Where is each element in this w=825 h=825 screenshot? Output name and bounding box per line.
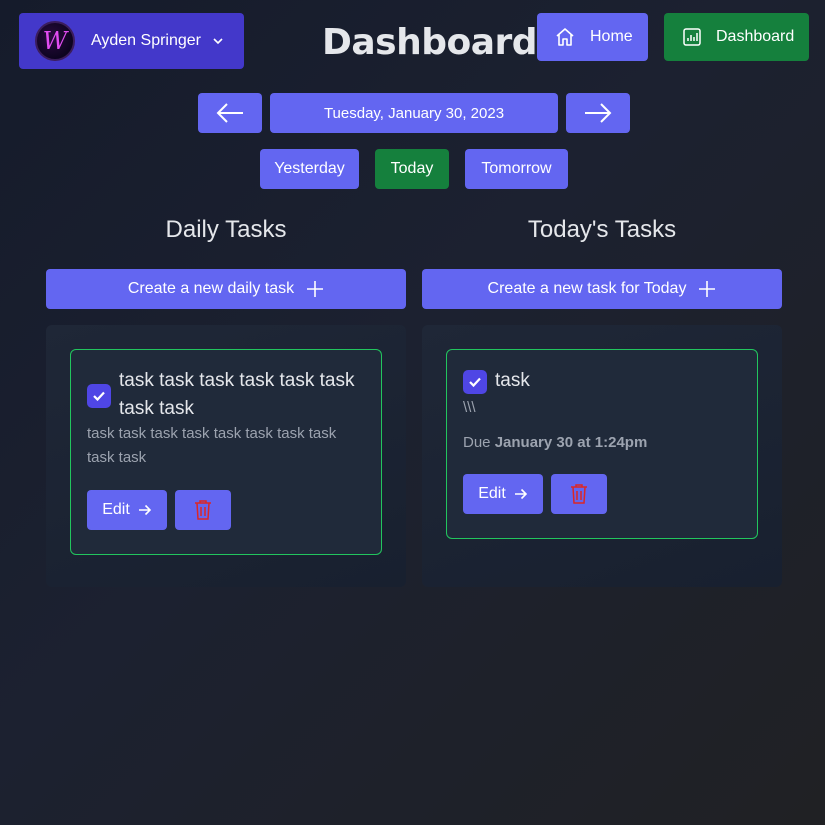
task-checkbox[interactable] [463,370,487,394]
tomorrow-button[interactable]: Tomorrow [465,149,568,189]
previous-day-button[interactable] [198,93,262,133]
dashboard-button[interactable]: Dashboard [664,13,809,61]
todays-tasks-title: Today's Tasks [527,216,677,243]
create-daily-task-button[interactable]: Create a new daily task [46,269,406,309]
task-description: \\\ [463,399,476,416]
arrow-right-icon [514,488,527,500]
today-task-card: task \\\ Due January 30 at 1:24pm Edit [446,349,758,539]
plus-icon [307,281,324,297]
chevron-down-icon [213,38,223,45]
home-icon [556,28,574,46]
delete-task-button[interactable] [551,474,607,514]
delete-task-button[interactable] [175,490,231,530]
page-title: Dashboard [322,22,538,63]
edit-label: Edit [478,485,506,502]
arrow-right-icon [138,504,151,516]
home-button[interactable]: Home [537,13,648,61]
dashboard-label: Dashboard [716,28,795,45]
arrow-right-icon [585,103,612,123]
today-button[interactable]: Today [375,149,449,189]
plus-icon [699,281,716,297]
trash-icon [571,484,587,504]
daily-task-card: task task task task task task task task … [70,349,382,555]
chart-icon [683,28,701,46]
edit-label: Edit [102,501,130,518]
create-today-task-label: Create a new task for Today [487,280,687,297]
next-day-button[interactable] [566,93,630,133]
user-menu-button[interactable]: W Ayden Springer [19,13,244,69]
home-label: Home [590,28,633,45]
task-description: task task task task task task task task … [87,425,337,466]
task-title: task task task task task task task task [119,370,355,419]
create-today-task-button[interactable]: Create a new task for Today [422,269,782,309]
daily-tasks-title: Daily Tasks [165,216,287,243]
avatar: W [35,21,75,61]
edit-task-button[interactable]: Edit [463,474,543,514]
user-name: Ayden Springer [91,32,201,49]
task-title: task [495,370,530,391]
create-daily-task-label: Create a new daily task [127,280,295,297]
yesterday-button[interactable]: Yesterday [260,149,359,189]
checkmark-icon [93,391,105,402]
todays-tasks-panel: task \\\ Due January 30 at 1:24pm Edit [422,325,782,587]
edit-task-button[interactable]: Edit [87,490,167,530]
daily-tasks-panel: task task task task task task task task … [46,325,406,587]
due-prefix: Due [463,434,491,451]
checkmark-icon [469,377,481,388]
current-date: Tuesday, January 30, 2023 [270,93,558,133]
task-due-date: Due January 30 at 1:24pm [463,434,647,451]
arrow-left-icon [216,103,243,123]
task-checkbox[interactable] [87,384,111,408]
trash-icon [195,500,211,520]
due-value: January 30 at 1:24pm [494,434,648,451]
